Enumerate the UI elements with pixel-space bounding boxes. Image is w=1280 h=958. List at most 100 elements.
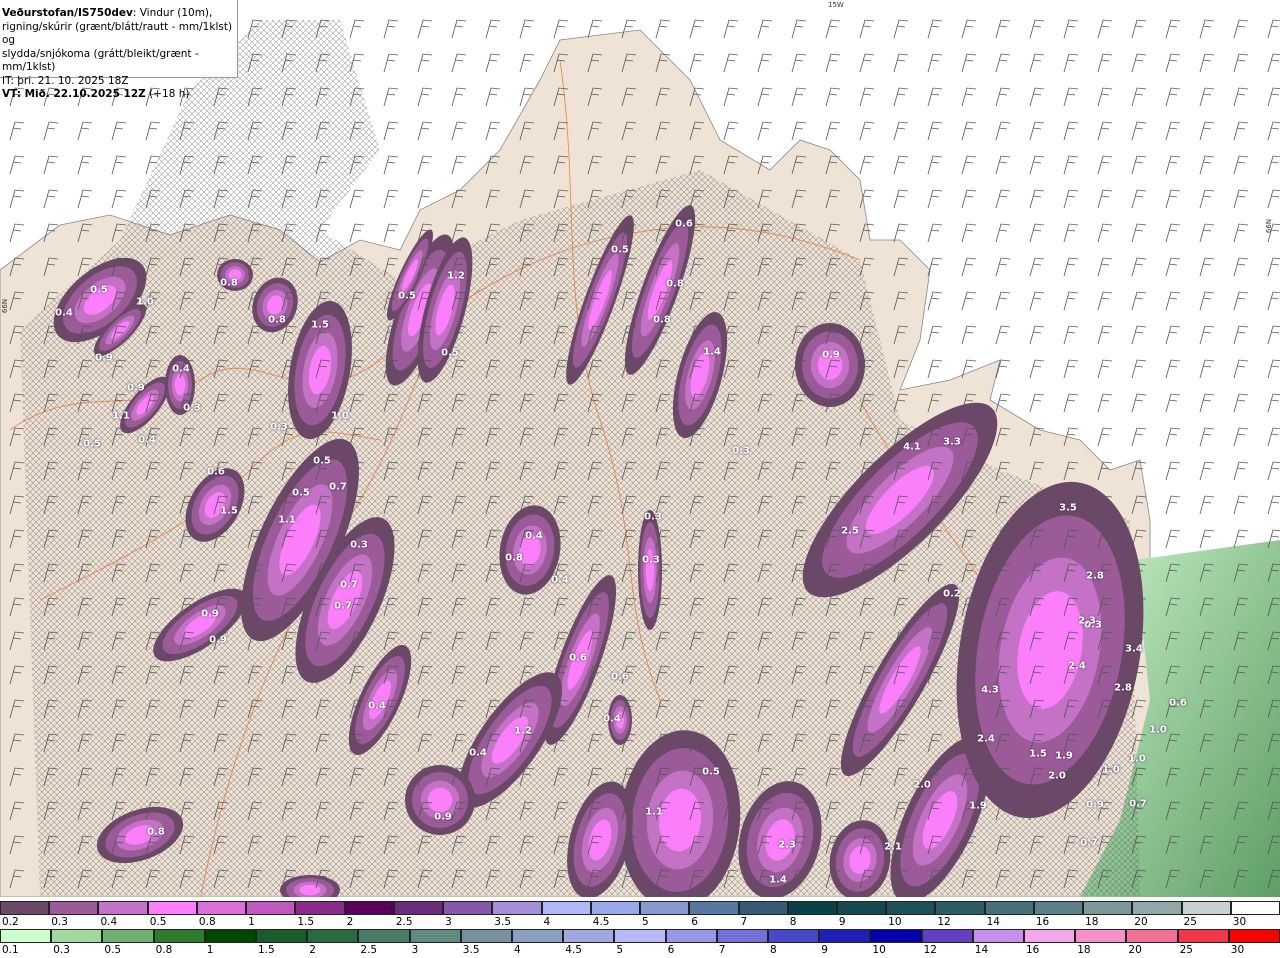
snow-tick-label: 18 bbox=[1085, 916, 1099, 928]
snow-swatch bbox=[0, 901, 50, 915]
snow-tick-label: 0.3 bbox=[51, 916, 68, 928]
precip-value-label: 1.2 bbox=[514, 725, 532, 737]
precip-value-label: 2.0 bbox=[1048, 770, 1066, 782]
rain-tick-label: 1.5 bbox=[258, 944, 275, 956]
snow-colorbar-labels: 0.2 0.3 0.4 0.5 0.8 1 1.5 2 2.5 3 3.5 4 4.5 5 6 7 8 9 10 12… bbox=[0, 916, 1280, 929]
precip-value-label: 0.5 bbox=[702, 766, 720, 778]
snow-tick-label: 3.5 bbox=[494, 916, 511, 928]
precip-value-label: 2.5 bbox=[841, 525, 859, 537]
snow-swatch bbox=[1083, 901, 1133, 915]
weather-map[interactable] bbox=[0, 0, 1280, 897]
rain-swatch bbox=[153, 929, 205, 943]
rain-swatch bbox=[358, 929, 410, 943]
rain-tick-label: 0.8 bbox=[155, 944, 173, 956]
snow-swatch bbox=[689, 901, 739, 915]
rain-tick-label: 0.5 bbox=[104, 944, 122, 956]
snow-tick-label: 14 bbox=[986, 916, 1000, 928]
rain-tick-label: 9 bbox=[821, 944, 828, 956]
snow-tick-label: 2.5 bbox=[395, 916, 413, 928]
rain-tick-label: 8 bbox=[770, 944, 777, 956]
precip-value-label: 2.8 bbox=[1086, 570, 1104, 582]
precip-value-label: 0.9 bbox=[434, 811, 452, 823]
rain-swatch bbox=[972, 929, 1025, 943]
precip-value-label: 1.0 bbox=[136, 296, 154, 308]
precip-value-label: 1.9 bbox=[969, 800, 987, 812]
rain-swatch bbox=[1024, 929, 1076, 943]
precip-value-label: 1.1 bbox=[645, 806, 663, 818]
initial-time: IT: þri. 21. 10. 2025 18Z bbox=[2, 74, 129, 87]
rain-swatch bbox=[921, 929, 973, 943]
rain-tick-label: 3 bbox=[411, 944, 419, 956]
rain-tick-label: 16 bbox=[1026, 944, 1040, 956]
precip-value-label: 4.3 bbox=[981, 684, 999, 696]
precip-value-label: 3.4 bbox=[1125, 643, 1143, 655]
precip-value-label: 2.8 bbox=[1114, 682, 1132, 694]
snow-swatch bbox=[935, 901, 985, 915]
precip-value-label: 1.0 bbox=[1128, 753, 1146, 765]
snow-swatch bbox=[738, 901, 788, 915]
precip-value-label: 2.4 bbox=[1068, 660, 1086, 672]
precip-value-label: 3.3 bbox=[943, 436, 961, 448]
lat-label-right: 66N bbox=[1265, 218, 1274, 234]
snow-swatch bbox=[98, 901, 148, 915]
precip-value-label: 4.1 bbox=[903, 441, 921, 453]
snow-tick-label: 0.8 bbox=[198, 916, 216, 928]
precip-value-label: 0.4 bbox=[551, 574, 569, 586]
precip-value-label: 2.3 bbox=[1078, 615, 1096, 627]
precip-value-label: 0.8 bbox=[505, 552, 523, 564]
lat-label-left: 66N bbox=[1, 298, 10, 314]
snow-swatch bbox=[49, 901, 99, 915]
rain-tick-label: 12 bbox=[923, 944, 937, 956]
snow-swatch bbox=[295, 901, 345, 915]
rain-swatch bbox=[1177, 929, 1229, 943]
snow-swatch bbox=[443, 901, 493, 915]
rain-tick-label: 1 bbox=[206, 944, 214, 956]
rain-swatch bbox=[819, 929, 871, 943]
precip-value-label: 0.3 bbox=[732, 445, 750, 457]
rain-swatch bbox=[460, 929, 513, 943]
info-box: Veðurstofan/IS750dev: Vindur (10m), rign… bbox=[0, 0, 238, 100]
precip-value-label: 2.1 bbox=[884, 841, 902, 853]
rain-swatch bbox=[1126, 929, 1178, 943]
precip-value-label: 0.8 bbox=[220, 277, 238, 289]
precip-value-label: 1.9 bbox=[1055, 750, 1073, 762]
precip-value-label: 0.5 bbox=[90, 284, 108, 296]
precip-value-label: 0.5 bbox=[83, 438, 101, 450]
precip-value-label: 0.6 bbox=[569, 652, 587, 664]
snow-tick-label: 10 bbox=[888, 916, 902, 928]
rain-swatch bbox=[256, 929, 308, 943]
snow-tick-label: 9 bbox=[838, 916, 846, 928]
rain-tick-label: 30 bbox=[1230, 944, 1245, 956]
precip-value-label: 1.5 bbox=[311, 319, 329, 331]
precip-value-label: 0.5 bbox=[398, 290, 416, 302]
description-line-3: slydda/snjókoma (grátt/bleikt/grænt - mm… bbox=[2, 47, 199, 74]
precip-value-label: 0.6 bbox=[611, 671, 629, 683]
snow-tick-label: 6 bbox=[691, 916, 698, 928]
rain-tick-label: 7 bbox=[718, 944, 726, 956]
rain-colorbar bbox=[0, 929, 1280, 943]
snow-tick-label: 20 bbox=[1134, 916, 1148, 928]
precip-value-label: 0.8 bbox=[147, 826, 165, 838]
precip-value-label: 1.1 bbox=[278, 514, 296, 526]
precip-value-label: 0.6 bbox=[207, 466, 225, 478]
precip-value-label: 1.1 bbox=[112, 410, 130, 422]
precip-value-label: 0.7 bbox=[329, 481, 347, 493]
rain-colorbar-labels: 0.1 0.3 0.5 0.8 1 1.5 2 2.5 3 3.5 4 4.5 5 6 7 8 9 10 12 14 1… bbox=[0, 944, 1280, 957]
precip-value-label: 1.0 bbox=[1149, 724, 1167, 736]
precip-value-label: 3.5 bbox=[1059, 502, 1077, 514]
snow-tick-label: 0.5 bbox=[149, 916, 167, 928]
snow-tick-label: 30 bbox=[1232, 916, 1247, 928]
snow-tick-label: 7 bbox=[740, 916, 748, 928]
description-line-1: : Vindur (10m), bbox=[132, 7, 213, 19]
rain-tick-label: 4 bbox=[514, 944, 521, 956]
snow-swatch bbox=[393, 901, 444, 915]
snow-tick-label: 5 bbox=[642, 916, 649, 928]
snow-swatch bbox=[1230, 901, 1280, 915]
snow-swatch bbox=[147, 901, 197, 915]
precip-value-label: 0.8 bbox=[268, 314, 286, 326]
precip-value-label: 0.6 bbox=[1169, 697, 1187, 709]
precip-value-label: 1.2 bbox=[447, 270, 465, 282]
precip-value-label: 2.3 bbox=[778, 839, 796, 851]
precip-value-label: 0.8 bbox=[653, 314, 671, 326]
snow-swatch bbox=[590, 901, 641, 915]
